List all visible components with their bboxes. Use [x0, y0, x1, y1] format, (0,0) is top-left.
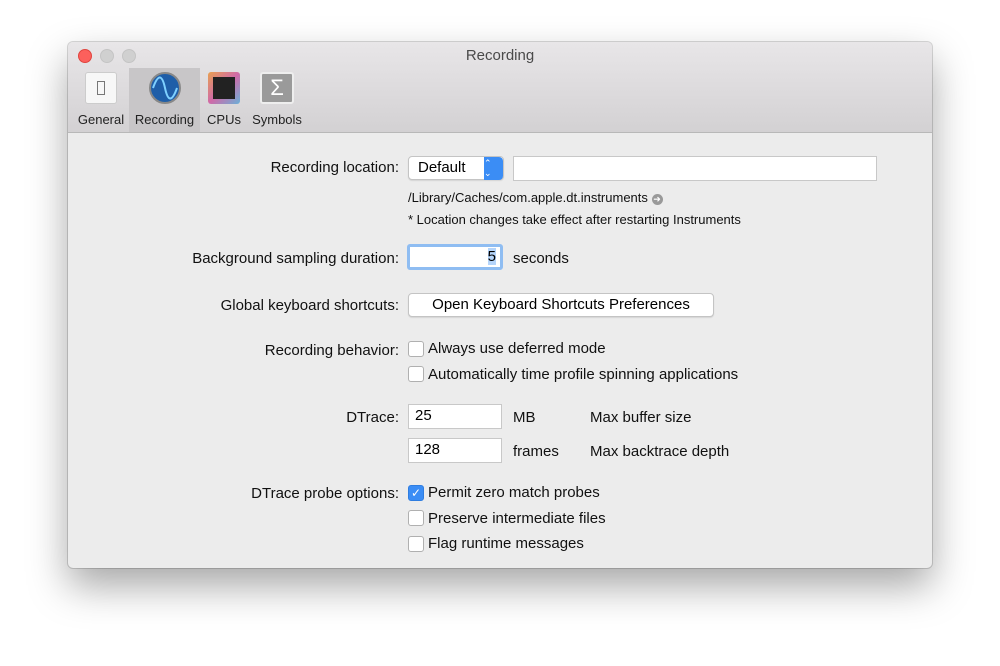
window-title: Recording: [465, 47, 535, 64]
flag-runtime-checkbox[interactable]: [408, 536, 424, 552]
tab-label: General: [77, 112, 125, 127]
preferences-window: Recording General Recording CPUs Σ Symbo…: [68, 42, 932, 568]
arrow-right-circle-icon[interactable]: ➜: [651, 194, 663, 205]
buffer-size-desc: Max buffer size: [590, 409, 692, 426]
open-keyboard-shortcuts-button[interactable]: Open Keyboard Shortcuts Preferences: [408, 293, 714, 317]
checkbox-label: Preserve intermediate files: [428, 510, 606, 527]
field-value: 5: [487, 248, 496, 265]
checkbox-label: Permit zero match probes: [428, 484, 600, 501]
tab-label: Recording: [134, 112, 195, 127]
location-note: * Location changes take effect after res…: [408, 212, 741, 227]
time-profile-spinning-checkbox[interactable]: [408, 366, 424, 382]
cpu-icon: [208, 72, 240, 104]
deferred-mode-checkbox[interactable]: [408, 341, 424, 357]
tab-label: Symbols: [252, 112, 302, 127]
permit-zero-match-checkbox[interactable]: ✓: [408, 485, 424, 501]
mb-unit: MB: [513, 409, 536, 426]
recording-behavior-label: Recording behavior:: [264, 342, 399, 359]
tab-recording[interactable]: Recording: [129, 68, 200, 132]
buffer-size-field[interactable]: 25: [408, 404, 502, 429]
preserve-intermediate-checkbox[interactable]: [408, 510, 424, 526]
path-text: /Library/Caches/com.apple.dt.instruments: [408, 190, 648, 205]
seconds-unit: seconds: [513, 250, 569, 267]
backtrace-depth-field[interactable]: 128: [408, 438, 502, 463]
checkbox-label: Automatically time profile spinning appl…: [428, 366, 739, 383]
sigma-icon: Σ: [260, 72, 294, 104]
chevron-updown-icon: ⌃ ⌄: [484, 157, 503, 180]
recording-location-label: Recording location:: [270, 159, 399, 176]
switch-icon: [85, 72, 117, 104]
tab-symbols[interactable]: Σ Symbols: [250, 68, 304, 132]
toolbar: Recording General Recording CPUs Σ Symbo…: [68, 42, 932, 133]
backtrace-depth-desc: Max backtrace depth: [590, 443, 730, 460]
tab-cpus[interactable]: CPUs: [202, 68, 246, 132]
frames-unit: frames: [513, 443, 559, 460]
tab-label: CPUs: [207, 112, 241, 127]
select-value: Default: [418, 159, 466, 176]
checkbox-label: Flag runtime messages: [428, 535, 584, 552]
recording-location-select[interactable]: Default ⌃ ⌄: [408, 156, 504, 180]
checkbox-label: Always use deferred mode: [428, 340, 606, 357]
checkmark-icon: ✓: [410, 486, 422, 500]
probe-options-label: DTrace probe options:: [251, 485, 399, 502]
shortcuts-label: Global keyboard shortcuts:: [220, 297, 399, 314]
tab-general[interactable]: General: [74, 68, 128, 132]
recording-path-field[interactable]: [513, 156, 877, 181]
sampling-duration-field[interactable]: 5: [407, 244, 503, 270]
waveform-icon: [148, 72, 181, 104]
recording-path: /Library/Caches/com.apple.dt.instruments…: [408, 190, 663, 205]
dtrace-label: DTrace:: [346, 409, 399, 426]
background-sampling-label: Background sampling duration:: [192, 250, 399, 267]
